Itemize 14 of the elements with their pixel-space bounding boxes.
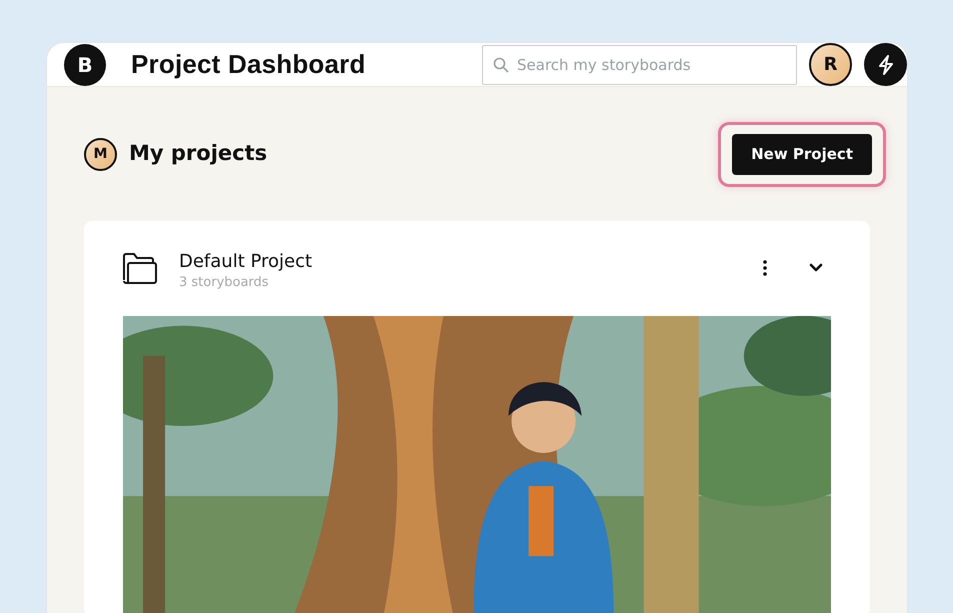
section-title: My projects (129, 140, 268, 168)
folder-icon (123, 253, 157, 284)
chevron-icon (809, 262, 823, 273)
more-icon (763, 260, 767, 276)
project-name: Default Project (179, 251, 312, 273)
new-project-button[interactable]: New Project (732, 134, 872, 174)
projects-avatar: M (84, 138, 117, 170)
lightning-button[interactable] (864, 43, 907, 86)
lightning-icon (878, 54, 894, 74)
user-avatar[interactable]: R (809, 43, 852, 86)
logo: B (64, 44, 106, 86)
page-title: Project Dashboard (131, 48, 366, 81)
search-field[interactable]: Search my storyboards (482, 44, 797, 84)
storyboard-count: 3 storyboards (179, 274, 270, 292)
